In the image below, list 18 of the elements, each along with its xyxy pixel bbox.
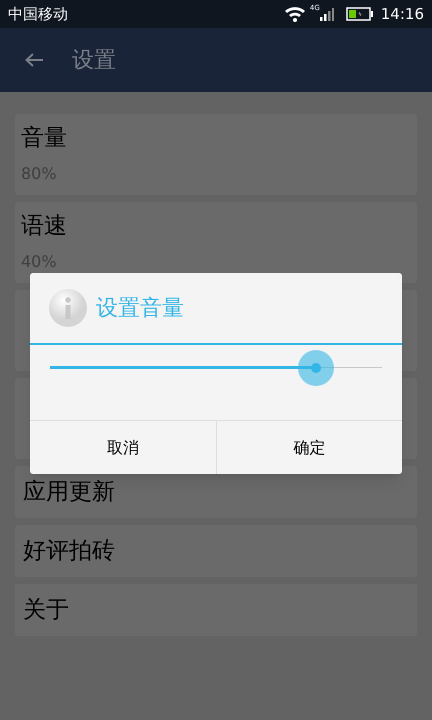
dialog-button[interactable]: 确定	[216, 421, 402, 474]
carrier-name: 中国移动	[8, 4, 68, 25]
dialog-title: 设置音量	[96, 294, 184, 322]
back-arrow-icon	[24, 52, 44, 68]
volume-slider[interactable]	[50, 350, 382, 386]
setting-title: 好评拍砖	[23, 537, 115, 566]
wifi-icon	[284, 6, 306, 22]
setting-item[interactable]: 好评拍砖	[15, 525, 417, 577]
clock-time: 14:16	[380, 4, 424, 25]
battery-icon	[346, 7, 373, 21]
info-icon	[48, 288, 88, 328]
setting-item[interactable]: 关于	[15, 584, 417, 636]
toolbar-title: 设置	[72, 46, 116, 74]
signal-icon	[320, 7, 334, 21]
setting-title: 语速	[21, 212, 68, 241]
setting-title: 音量	[21, 124, 68, 153]
setting-title: 关于	[23, 596, 69, 625]
setting-title: 应用更新	[23, 478, 115, 507]
